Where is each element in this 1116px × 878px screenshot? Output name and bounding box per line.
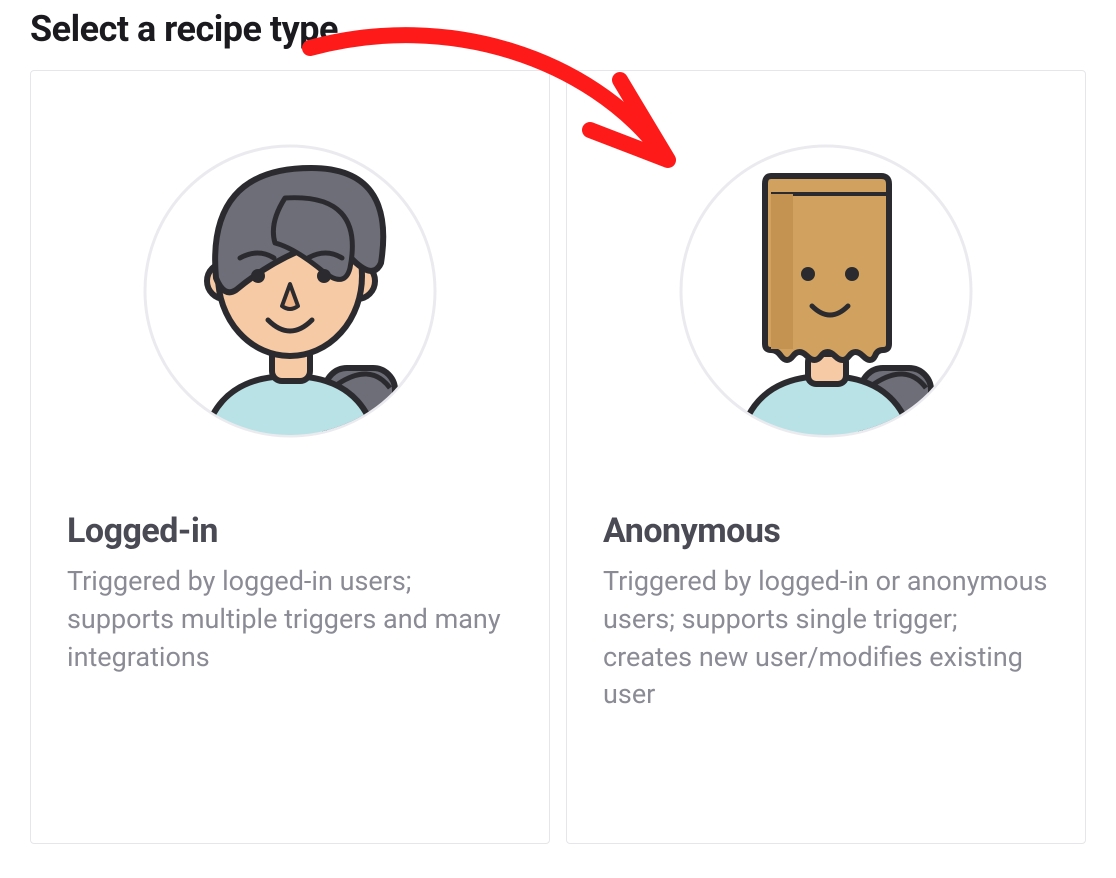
page-title: Select a recipe type — [30, 8, 1086, 50]
logged-in-title: Logged-in — [67, 511, 513, 551]
recipe-type-cards: Logged-in Triggered by logged-in users; … — [30, 70, 1086, 844]
logged-in-description: Triggered by logged-in users; supports m… — [67, 563, 513, 676]
logged-in-illustration — [67, 111, 513, 481]
anonymous-title: Anonymous — [603, 511, 1049, 551]
anonymous-illustration — [603, 111, 1049, 481]
recipe-type-selector: Select a recipe type — [0, 0, 1116, 844]
anonymous-description: Triggered by logged-in or anonymous user… — [603, 563, 1049, 714]
anonymous-card[interactable]: Anonymous Triggered by logged-in or anon… — [566, 70, 1086, 844]
logged-in-card[interactable]: Logged-in Triggered by logged-in users; … — [30, 70, 550, 844]
